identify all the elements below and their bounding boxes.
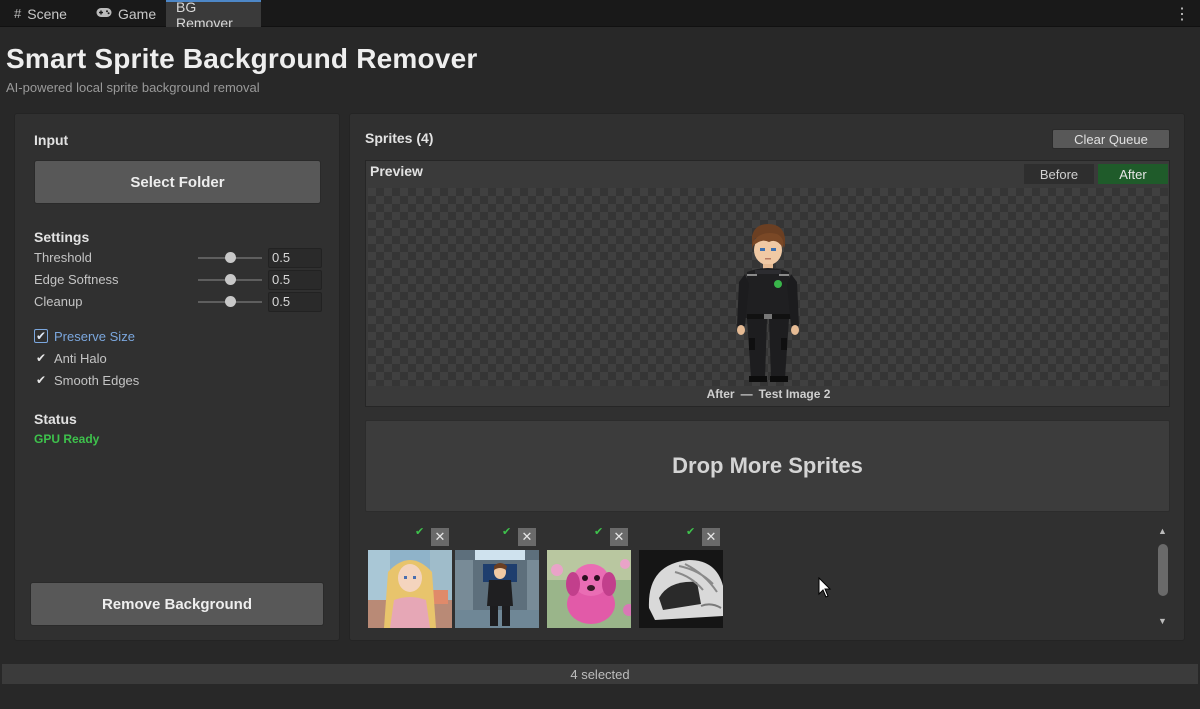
input-section-label: Input [34, 132, 69, 148]
checkmark-icon: ✔ [35, 351, 47, 365]
slider-thumb[interactable] [225, 274, 236, 285]
tab-scene-label: Scene [27, 5, 67, 22]
slider-thumb[interactable] [225, 252, 236, 263]
tab-bg-remover[interactable]: BG Remover [166, 0, 261, 31]
cleanup-setting: Cleanup 0.5 [34, 292, 324, 312]
remove-sprite-close-icon[interactable]: ✕ [431, 528, 449, 546]
scroll-up-arrow-icon[interactable]: ▲ [1158, 526, 1167, 536]
sprite-thumbnail-item[interactable]: ✔ ✕ [454, 524, 539, 630]
page-title: Smart Sprite Background Remover [6, 43, 478, 74]
after-toggle-button[interactable]: After [1098, 164, 1168, 184]
remove-sprite-close-icon[interactable]: ✕ [518, 528, 536, 546]
cleanup-slider[interactable] [198, 296, 262, 308]
preview-caption-separator: — [740, 387, 753, 401]
settings-section-label: Settings [34, 229, 90, 245]
remove-sprite-close-icon[interactable]: ✕ [610, 528, 628, 546]
gpu-status-text: GPU Ready [34, 432, 100, 446]
tab-game[interactable]: Game [86, 0, 166, 27]
checkmark-icon: ✔ [34, 329, 48, 343]
helmet-thumbnail[interactable] [639, 550, 723, 628]
remove-sprite-close-icon[interactable]: ✕ [702, 528, 720, 546]
preserve-size-label: Preserve Size [54, 328, 135, 344]
edge-softness-slider[interactable] [198, 274, 262, 286]
character-sprite-preview [737, 224, 799, 382]
cleanup-label: Cleanup [34, 294, 83, 309]
sprite-thumbnail-item[interactable]: ✔ ✕ [546, 524, 631, 630]
threshold-label: Threshold [34, 250, 92, 265]
threshold-slider[interactable] [198, 252, 262, 264]
sprites-panel: Sprites (4) Clear Queue Preview Before A… [349, 113, 1185, 641]
done-check-icon: ✔ [502, 526, 512, 538]
scroll-down-arrow-icon[interactable]: ▼ [1158, 616, 1167, 626]
bg-remover-window: Smart Sprite Background Remover AI-power… [0, 27, 1200, 709]
edge-softness-label: Edge Softness [34, 272, 119, 287]
preview-caption-mode: After [706, 387, 735, 401]
preview-caption-name: Test Image 2 [758, 387, 831, 401]
before-toggle-button[interactable]: Before [1024, 164, 1094, 184]
threshold-value-field[interactable]: 0.5 [268, 248, 322, 268]
editor-tab-bar: # Scene Game BG Remover ⋮ [0, 0, 1200, 31]
edge-softness-setting: Edge Softness 0.5 [34, 270, 324, 290]
sprites-title: Sprites (4) [365, 130, 434, 146]
pink-puppy-thumbnail[interactable] [547, 550, 631, 628]
controls-panel: Input Select Folder Settings Threshold 0… [14, 113, 340, 641]
grid-icon: # [14, 6, 22, 21]
tab-bg-remover-label: BG Remover [176, 0, 233, 31]
smooth-edges-label: Smooth Edges [54, 372, 140, 388]
sprite-thumbnail-item[interactable]: ✔ ✕ [638, 524, 723, 630]
remove-background-button[interactable]: Remove Background [30, 582, 324, 626]
mouse-pointer-icon [818, 577, 832, 598]
preview-caption: After — Test Image 2 [366, 387, 1171, 401]
more-options-icon[interactable]: ⋮ [1174, 4, 1190, 24]
clear-queue-button[interactable]: Clear Queue [1052, 129, 1170, 149]
anti-halo-checkbox[interactable]: ✔ Anti Halo [34, 349, 107, 367]
anime-girl-thumbnail[interactable] [368, 550, 452, 628]
done-check-icon: ✔ [594, 526, 604, 538]
scrollbar-thumb[interactable] [1158, 544, 1168, 596]
cleanup-value-field[interactable]: 0.5 [268, 292, 322, 312]
selection-status-bar: 4 selected [2, 664, 1198, 684]
preserve-size-checkbox[interactable]: ✔ Preserve Size [34, 327, 135, 345]
page-subtitle: AI-powered local sprite background remov… [6, 80, 260, 95]
transparency-checkerboard [368, 188, 1168, 386]
slider-thumb[interactable] [225, 296, 236, 307]
preview-box: Preview Before After After — Test Image … [365, 160, 1170, 407]
anti-halo-label: Anti Halo [54, 350, 107, 366]
edge-softness-value-field[interactable]: 0.5 [268, 270, 322, 290]
gamepad-icon [96, 6, 112, 21]
done-check-icon: ✔ [415, 526, 425, 538]
thumbnail-scrollbar[interactable]: ▲ ▼ [1156, 526, 1170, 626]
drop-sprites-zone[interactable]: Drop More Sprites [365, 420, 1170, 512]
tab-scene[interactable]: # Scene [4, 0, 77, 27]
tab-game-label: Game [118, 5, 157, 22]
sprite-thumbnail-list: ✔ ✕ ✔ ✕ ✔ ✕ ✔ ✕ [367, 524, 1147, 630]
select-folder-button[interactable]: Select Folder [34, 160, 321, 204]
status-section-label: Status [34, 411, 77, 427]
done-check-icon: ✔ [686, 526, 696, 538]
sprite-thumbnail-item[interactable]: ✔ ✕ [367, 524, 452, 630]
smooth-edges-checkbox[interactable]: ✔ Smooth Edges [34, 371, 139, 389]
threshold-setting: Threshold 0.5 [34, 248, 324, 268]
preview-label: Preview [370, 163, 423, 179]
space-pilot-thumbnail[interactable] [455, 550, 539, 628]
checkmark-icon: ✔ [35, 373, 47, 387]
